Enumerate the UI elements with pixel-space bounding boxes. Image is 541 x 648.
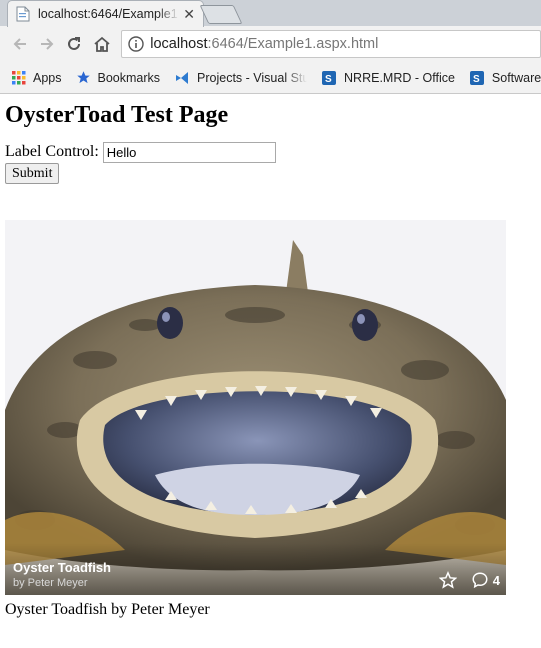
label-control-input[interactable] <box>102 141 276 163</box>
address-bar[interactable]: localhost:6464/Example1.aspx.html <box>121 30 541 58</box>
reload-button[interactable] <box>61 30 88 58</box>
new-tab-button[interactable] <box>199 5 243 24</box>
arrow-left-icon <box>13 38 26 50</box>
url-path: :6464/Example1.aspx.html <box>207 36 379 52</box>
info-icon[interactable] <box>128 36 144 52</box>
photo-title[interactable]: Oyster Toadfish <box>13 560 111 575</box>
comment-count: 4 <box>492 572 500 588</box>
reload-icon <box>68 37 81 50</box>
bookmark-label: NRRE.MRD - Office <box>344 70 455 85</box>
browser-tab[interactable]: localhost:6464/Example1.aspx.html ✕ <box>7 0 204 27</box>
sharepoint-icon: S <box>469 70 485 86</box>
toadfish-image <box>5 220 506 595</box>
home-icon <box>94 36 110 52</box>
bookmarks-bar: Apps Bookmarks Projects - Visual Studio … <box>0 62 541 94</box>
star-icon[interactable] <box>438 571 457 589</box>
tab-title: localhost:6464/Example1.aspx.html <box>38 7 180 21</box>
label-control-row: Label Control: <box>5 141 536 163</box>
tab-strip: localhost:6464/Example1.aspx.html ✕ <box>0 0 541 27</box>
svg-text:S: S <box>473 74 480 85</box>
bookmark-label: Projects - Visual Studio <box>197 70 307 85</box>
bookmark-label: Software Pr <box>491 70 541 85</box>
photo-caption: Oyster Toadfish by Peter Meyer <box>5 601 210 618</box>
bookmark-apps[interactable]: Apps <box>12 70 62 85</box>
browser-toolbar: localhost:6464/Example1.aspx.html <box>0 26 541 62</box>
home-button[interactable] <box>88 30 115 58</box>
comment-icon[interactable] <box>471 571 489 589</box>
bookmark-nrre-mrd[interactable]: S NRRE.MRD - Office <box>321 70 455 86</box>
page-title: OysterToad Test Page <box>5 102 229 128</box>
bookmark-software[interactable]: S Software Pr <box>469 70 541 86</box>
photo-byline[interactable]: by Peter Meyer <box>13 577 88 589</box>
back-button[interactable] <box>6 30 33 58</box>
toadfish-photo: Oyster Toadfish by Peter Meyer 4 <box>5 220 506 595</box>
visual-studio-icon <box>174 70 190 86</box>
arrow-right-icon <box>40 38 54 50</box>
star-icon <box>76 70 91 85</box>
bookmark-bookmarks[interactable]: Bookmarks <box>76 70 161 85</box>
label-control-label: Label Control: <box>5 143 99 160</box>
page-content: OysterToad Test Page Label Control: Subm… <box>0 94 541 625</box>
svg-text:S: S <box>325 74 332 85</box>
url-host: localhost <box>150 36 208 52</box>
sharepoint-icon: S <box>321 70 337 86</box>
page-icon <box>16 6 30 22</box>
submit-button[interactable]: Submit <box>5 163 60 184</box>
bookmark-label: Bookmarks <box>97 70 161 85</box>
apps-grid-icon <box>12 70 26 85</box>
bookmark-projects-visual-studio[interactable]: Projects - Visual Studio <box>174 70 307 86</box>
forward-button[interactable] <box>33 30 60 58</box>
photo-actions: 4 <box>438 571 500 589</box>
bookmark-label: Apps <box>33 70 62 85</box>
close-icon[interactable]: ✕ <box>183 7 195 21</box>
